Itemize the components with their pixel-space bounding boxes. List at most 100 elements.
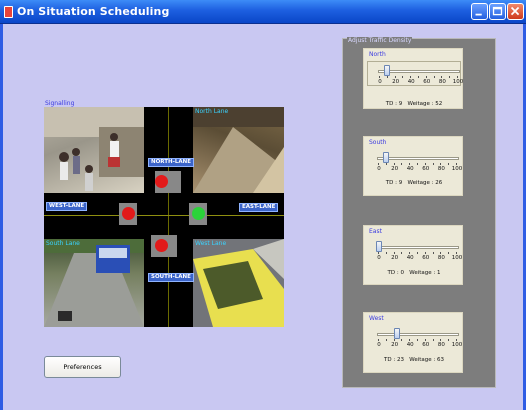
- scale-label: 20: [391, 166, 399, 172]
- slider-tick: [385, 163, 387, 165]
- slider-tick: [418, 76, 419, 78]
- west-label: West: [369, 315, 384, 322]
- slider-tick: [440, 339, 442, 341]
- east-density-box: East 0 20 40 60 80 100 TD : 0 Weitage : 1: [363, 225, 463, 285]
- north-td: TD : 9: [385, 101, 403, 107]
- west-signal: [119, 203, 137, 225]
- slider-track: [377, 246, 459, 249]
- slider-tick: [432, 339, 434, 341]
- minimize-button[interactable]: [471, 3, 488, 20]
- west-slider-thumb[interactable]: [393, 328, 400, 339]
- scale-label: 80: [437, 255, 445, 261]
- south-td-readout: TD : 9 Weitage : 26: [364, 180, 464, 186]
- east-td-readout: TD : 0 Weitage : 1: [364, 270, 464, 276]
- slider-ticks: [378, 339, 458, 341]
- east-label: East: [369, 228, 382, 235]
- north-signal: [155, 171, 181, 193]
- slider-tick: [409, 252, 411, 254]
- south-lane-camera-label: South Lane: [46, 240, 80, 247]
- scale-label: 20: [392, 79, 400, 85]
- scale-label: 100: [451, 166, 463, 172]
- slider-tick: [449, 76, 451, 78]
- minimize-icon: [475, 13, 482, 16]
- slider-tick: [456, 252, 457, 254]
- slider-scale: 0 20 40 60 80 100: [367, 166, 463, 174]
- north-lane-label: NORTH-LANE: [148, 158, 195, 167]
- scale-label: 100: [452, 79, 464, 85]
- scale-label: 40: [406, 342, 414, 348]
- scale-label: 60: [422, 342, 430, 348]
- close-button[interactable]: [507, 3, 524, 20]
- scale-label: 20: [391, 255, 399, 261]
- slider-tick: [432, 163, 434, 165]
- south-td: TD : 9: [385, 180, 403, 186]
- south-weightage: Weitage : 26: [407, 180, 443, 186]
- traffic-density-title: Adjust Traffic Density: [347, 37, 413, 44]
- slider-ticks: [378, 252, 458, 254]
- south-camera-feed: South Lane: [44, 239, 144, 327]
- slider-tick: [448, 252, 450, 254]
- slider-tick: [401, 339, 403, 341]
- slider-tick: [401, 163, 403, 165]
- slider-tick: [425, 76, 427, 78]
- slider-tick: [457, 76, 458, 78]
- horizontal-lane-divider: [44, 215, 284, 216]
- title-bar: On Situation Scheduling: [0, 0, 526, 24]
- scale-label: 0: [377, 342, 381, 348]
- slider-tick: [393, 163, 395, 165]
- slider-tick: [417, 163, 418, 165]
- slider-tick: [378, 252, 379, 254]
- west-td-readout: TD : 23 Weitage : 63: [364, 357, 464, 363]
- scale-label: 20: [391, 342, 399, 348]
- bus-scene-image: [44, 239, 144, 327]
- west-weightage: Weitage : 63: [409, 357, 444, 363]
- scale-label: 0: [377, 166, 381, 172]
- slider-tick: [401, 252, 403, 254]
- slider-scale: 0 20 40 60 80 100: [368, 79, 464, 87]
- slider-tick: [441, 76, 443, 78]
- scale-label: 0: [377, 255, 381, 261]
- slider-tick: [378, 163, 379, 165]
- slider-tick: [417, 252, 418, 254]
- west-lane-camera-label: West Lane: [195, 240, 227, 247]
- maximize-icon: [492, 6, 503, 16]
- slider-tick: [393, 252, 395, 254]
- signalling-label: Signalling: [45, 100, 75, 107]
- slider-tick: [409, 163, 411, 165]
- preferences-button[interactable]: Preferences: [44, 356, 121, 378]
- south-slider[interactable]: 0 20 40 60 80 100: [367, 149, 463, 174]
- slider-tick: [456, 339, 457, 341]
- south-signal: [151, 235, 177, 257]
- west-slider[interactable]: 0 20 40 60 80 100: [367, 325, 462, 350]
- scale-label: 60: [423, 79, 431, 85]
- south-label: South: [369, 139, 387, 146]
- north-slider-thumb[interactable]: [384, 65, 391, 76]
- slider-tick: [378, 339, 379, 341]
- south-lane-label: SOUTH-LANE: [148, 273, 194, 282]
- north-slider[interactable]: 0 20 40 60 80 100: [367, 61, 464, 87]
- scale-label: 80: [437, 166, 445, 172]
- north-density-box: North 0 20 40 60 80 100 TD : 9 Weitage : 52: [363, 48, 463, 109]
- slider-ticks: [379, 76, 459, 78]
- west-td: TD : 23: [384, 357, 404, 363]
- slider-tick: [448, 163, 450, 165]
- app-icon: [4, 6, 13, 18]
- east-lane-label: EAST-LANE: [239, 203, 279, 212]
- south-signal-light: [155, 239, 168, 252]
- north-signal-light: [155, 175, 168, 188]
- maximize-button[interactable]: [489, 3, 506, 20]
- autorickshaw-scene-image: [193, 239, 284, 327]
- east-slider[interactable]: 0 20 40 60 80 100: [367, 238, 463, 263]
- slider-tick: [385, 252, 387, 254]
- slider-tick: [448, 339, 450, 341]
- south-slider-thumb[interactable]: [383, 152, 390, 163]
- east-camera-feed: North Lane: [193, 107, 284, 193]
- scale-label: 100: [451, 255, 463, 261]
- slider-tick: [385, 339, 387, 341]
- slider-tick: [440, 252, 442, 254]
- street-scene-image: [44, 107, 144, 191]
- slider-track: [377, 333, 459, 336]
- slider-tick: [410, 76, 412, 78]
- east-slider-thumb[interactable]: [376, 241, 382, 252]
- west-signal-light: [122, 207, 135, 220]
